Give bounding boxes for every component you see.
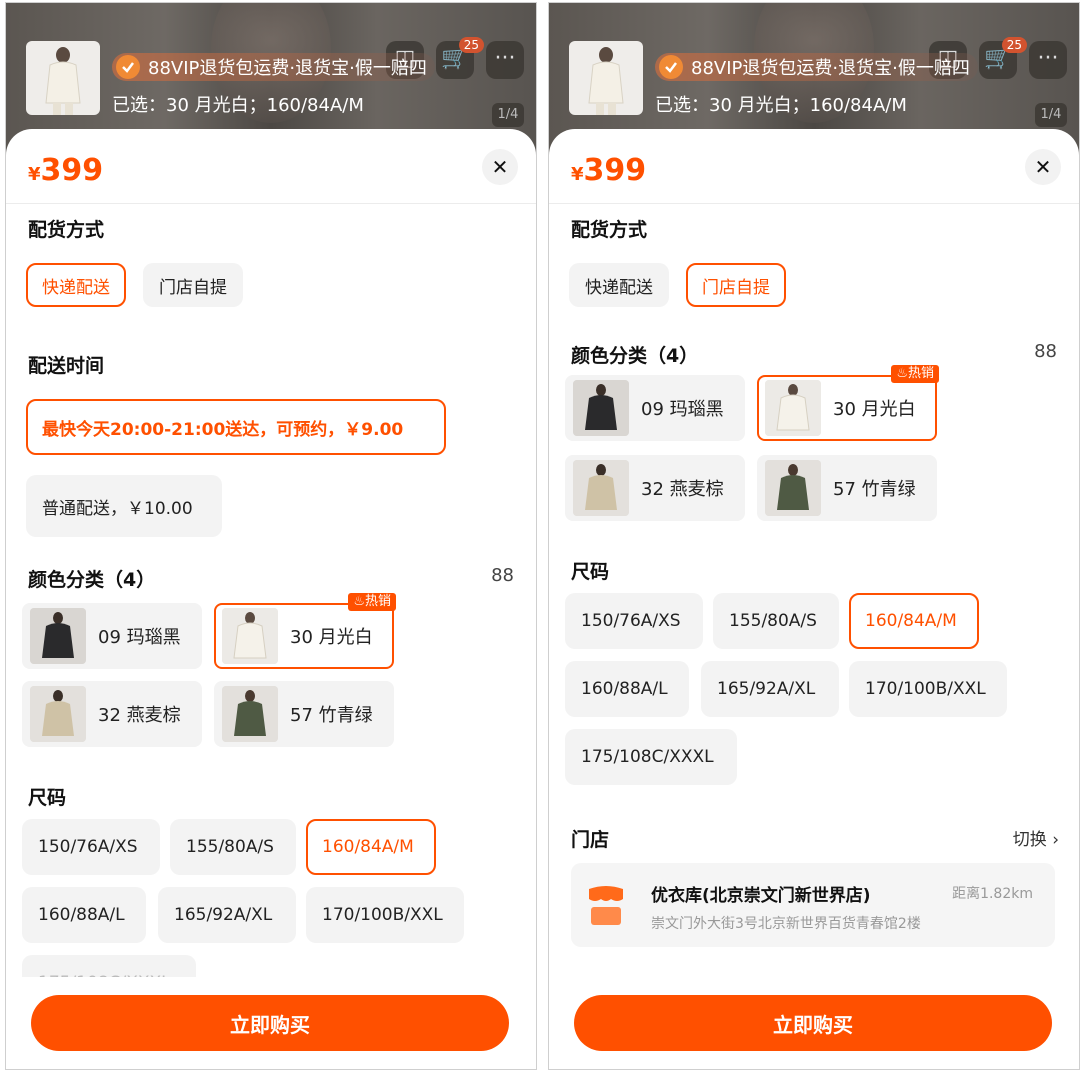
color-swatch-image: [765, 460, 821, 516]
flame-icon: ♨: [353, 594, 365, 609]
color-title: 颜色分类（4）: [28, 569, 156, 591]
store-distance: 距离1.82km: [952, 886, 1033, 902]
delivery-time-title: 配送时间: [28, 355, 105, 377]
color-swatch-image: [573, 380, 629, 436]
color-swatch-image: [222, 608, 278, 664]
vip-banner: 88VIP退货包运费·退货宝·假一赔四: [655, 53, 978, 81]
size-option[interactable]: 150/76A/XS: [22, 819, 160, 875]
buy-now-button[interactable]: 立即购买: [574, 995, 1052, 1051]
vip-text: 88VIP退货包运费·退货宝·假一赔四: [148, 58, 427, 79]
option-normal-delivery[interactable]: 普通配送，￥10.00: [26, 475, 222, 537]
size-option[interactable]: 150/76A/XS: [565, 593, 703, 649]
store-name: 优衣库(北京崇文门新世界店): [651, 886, 871, 906]
phone-screen-pickup: ◫ 🛒 25 ··· 1/4 88VIP退货包运费·退货宝·假一赔四 已选：30…: [548, 2, 1080, 1070]
buy-now-button[interactable]: 立即购买: [31, 995, 509, 1051]
product-thumbnail[interactable]: [26, 41, 100, 115]
size-option[interactable]: 155/80A/S: [713, 593, 839, 649]
price: ¥399: [28, 153, 104, 188]
color-swatch-image: [222, 686, 278, 742]
phone-screen-express: ◫ 🛒 25 ··· 1/4 88VIP退货包运费·退货宝·假一赔四 已选：30…: [5, 2, 537, 1070]
option-pickup[interactable]: 门店自提: [686, 263, 786, 307]
sku-sheet: ¥399 ✕ 配货方式 快递配送 门店自提 配送时间 最快今天20:00-21:…: [6, 129, 536, 1069]
color-option-green[interactable]: 57 竹青绿: [214, 681, 394, 747]
size-option[interactable]: 175/108C/XXXL: [565, 729, 737, 785]
delivery-method-title: 配货方式: [571, 219, 648, 241]
hot-badge: ♨热销: [348, 593, 396, 611]
store-title: 门店: [571, 829, 610, 851]
vip-text: 88VIP退货包运费·退货宝·假一赔四: [691, 58, 970, 79]
close-icon[interactable]: ✕: [482, 149, 518, 185]
size-title: 尺码: [571, 561, 610, 583]
color-swatch-image: [30, 608, 86, 664]
cart-icon[interactable]: 🛒 25: [436, 37, 484, 79]
color-swatch-image: [765, 380, 821, 436]
grid-view-icon[interactable]: 88: [491, 565, 514, 586]
shield-check-icon: [116, 55, 140, 79]
color-swatch-image: [573, 460, 629, 516]
color-option-black[interactable]: 09 玛瑙黑: [565, 375, 745, 441]
size-option[interactable]: 155/80A/S: [170, 819, 296, 875]
color-option-white[interactable]: 30 月光白 ♨热销: [757, 365, 939, 441]
product-thumbnail[interactable]: [569, 41, 643, 115]
cart-icon[interactable]: 🛒 25: [979, 37, 1027, 79]
option-express[interactable]: 快递配送: [569, 263, 669, 307]
color-swatch-image: [30, 686, 86, 742]
size-option-selected[interactable]: 160/84A/M: [849, 593, 979, 649]
option-fast-delivery[interactable]: 最快今天20:00-21:00送达，可预约，￥9.00: [26, 399, 446, 455]
switch-store-link[interactable]: 切换 ›: [1013, 825, 1059, 850]
selected-summary: 已选：30 月光白；160/84A/M: [655, 95, 907, 116]
color-option-black[interactable]: 09 玛瑙黑: [22, 603, 202, 669]
color-option-oat[interactable]: 32 燕麦棕: [565, 455, 745, 521]
cart-badge: 25: [458, 37, 484, 53]
size-option[interactable]: 170/100B/XXL: [306, 887, 464, 943]
size-title: 尺码: [28, 787, 67, 809]
size-option-cut: 175/108C/XXXL: [22, 955, 196, 977]
size-option[interactable]: 165/92A/XL: [158, 887, 296, 943]
sku-sheet: ¥399 ✕ 配货方式 快递配送 门店自提 颜色分类（4） 88 09 玛瑙黑 …: [549, 129, 1079, 1069]
hot-badge: ♨热销: [891, 365, 939, 383]
more-icon[interactable]: ···: [486, 41, 524, 79]
delivery-method-title: 配货方式: [28, 219, 105, 241]
store-icon: [589, 886, 623, 925]
image-pager: 1/4: [1035, 103, 1067, 127]
size-option[interactable]: 170/100B/XXL: [849, 661, 1007, 717]
vip-banner: 88VIP退货包运费·退货宝·假一赔四: [112, 53, 435, 81]
size-option[interactable]: 160/88A/L: [22, 887, 146, 943]
shield-check-icon: [659, 55, 683, 79]
size-option-selected[interactable]: 160/84A/M: [306, 819, 436, 875]
color-option-oat[interactable]: 32 燕麦棕: [22, 681, 202, 747]
store-card[interactable]: 优衣库(北京崇文门新世界店) 距离1.82km 崇文门外大街3号北京新世界百货青…: [571, 863, 1055, 947]
divider: [549, 203, 1079, 204]
more-icon[interactable]: ···: [1029, 41, 1067, 79]
color-title: 颜色分类（4）: [571, 345, 699, 367]
size-option[interactable]: 160/88A/L: [565, 661, 689, 717]
close-icon[interactable]: ✕: [1025, 149, 1061, 185]
color-option-green[interactable]: 57 竹青绿: [757, 455, 937, 521]
cart-badge: 25: [1001, 37, 1027, 53]
option-pickup[interactable]: 门店自提: [143, 263, 243, 307]
flame-icon: ♨: [896, 366, 908, 381]
selected-summary: 已选：30 月光白；160/84A/M: [112, 95, 364, 116]
color-option-white[interactable]: 30 月光白 ♨热销: [214, 593, 396, 669]
image-pager: 1/4: [492, 103, 524, 127]
size-option[interactable]: 165/92A/XL: [701, 661, 839, 717]
price: ¥399: [571, 153, 647, 188]
store-address: 崇文门外大街3号北京新世界百货青春馆2楼: [651, 916, 921, 932]
divider: [6, 203, 536, 204]
option-express[interactable]: 快递配送: [26, 263, 126, 307]
grid-view-icon[interactable]: 88: [1034, 341, 1057, 362]
